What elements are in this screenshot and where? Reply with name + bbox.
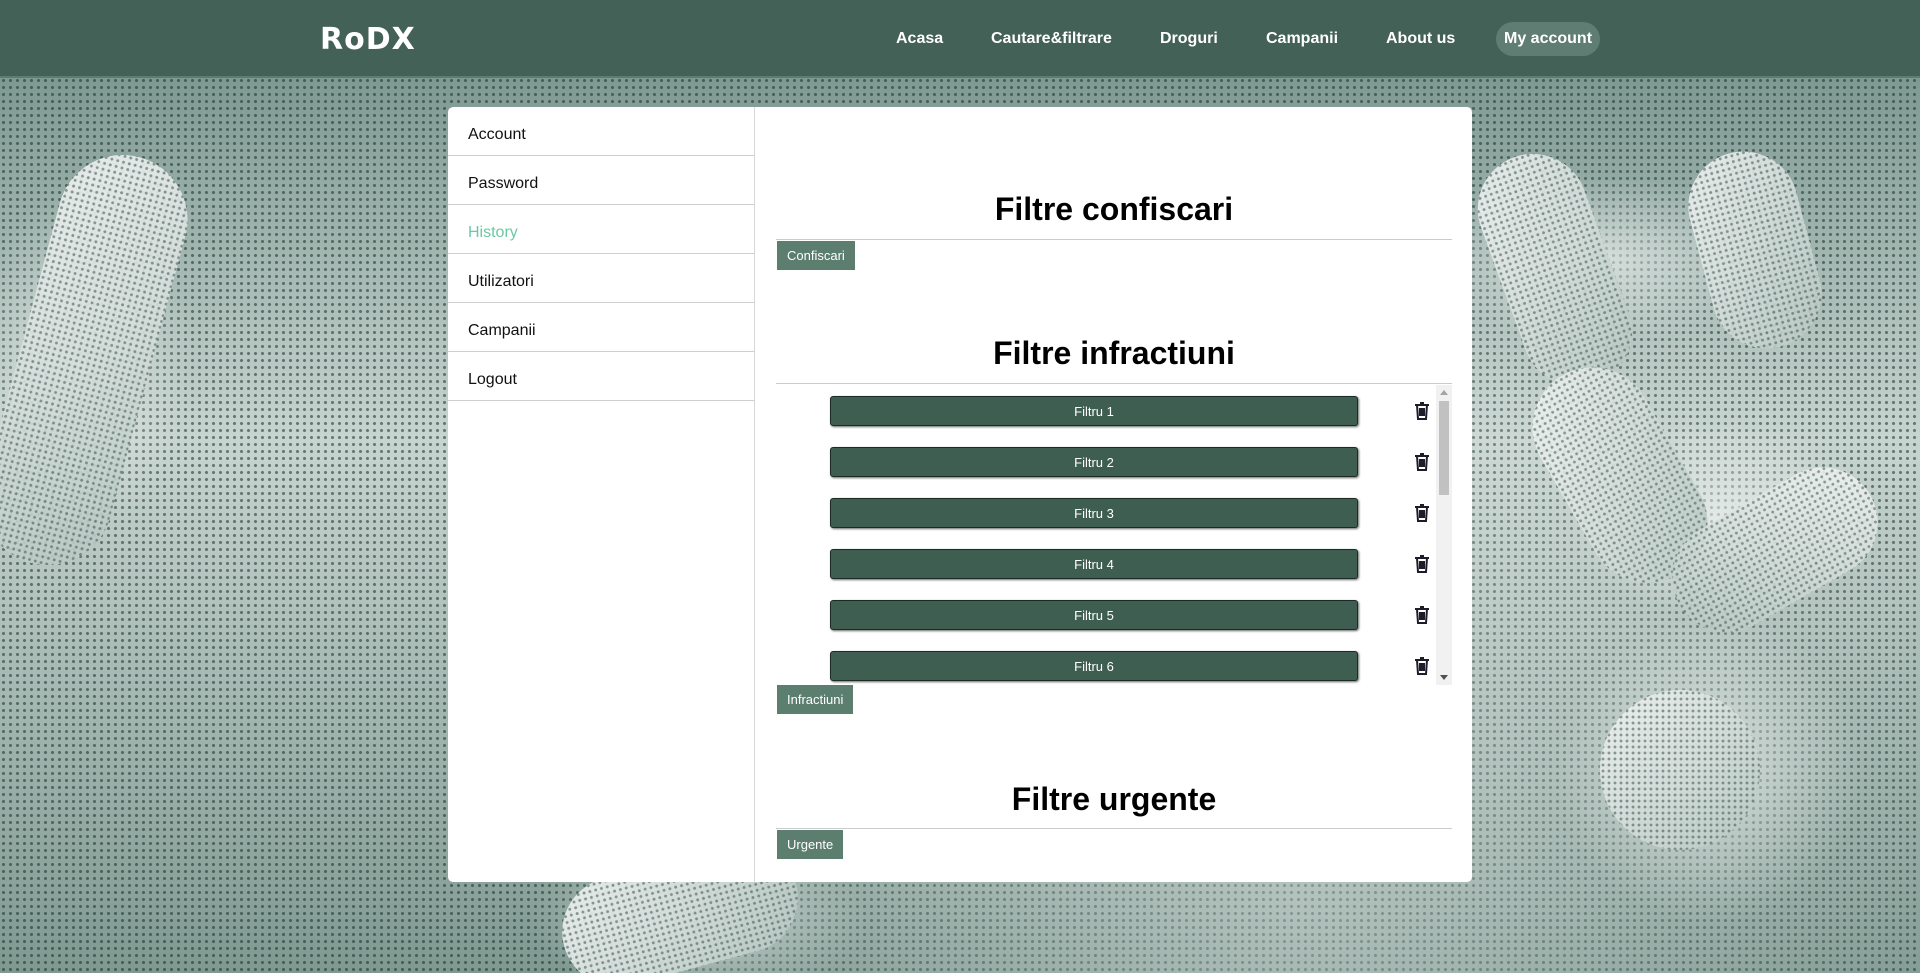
pill-shape xyxy=(1462,138,1648,402)
trash-icon[interactable] xyxy=(1412,503,1432,523)
filter-row: Filtru 1 xyxy=(776,394,1436,428)
infractiuni-button[interactable]: Infractiuni xyxy=(777,685,854,714)
nav-item-campanii[interactable]: Campanii xyxy=(1258,22,1346,56)
filter-button[interactable]: Filtru 4 xyxy=(830,549,1358,579)
nav-item-droguri[interactable]: Droguri xyxy=(1152,22,1226,56)
nav-item-my-account[interactable]: My account xyxy=(1496,22,1601,56)
nav-item-cautare-filtrare[interactable]: Cautare&filtrare xyxy=(983,22,1120,56)
scroll-thumb[interactable] xyxy=(1439,401,1449,495)
trash-icon[interactable] xyxy=(1412,401,1432,421)
account-sidebar: Account Password History Utilizatori Cam… xyxy=(448,107,755,882)
nav-item-acasa[interactable]: Acasa xyxy=(888,22,951,56)
history-content: Filtre confiscari Confiscari Filtre infr… xyxy=(756,107,1472,882)
filter-row: Filtru 3 xyxy=(776,496,1436,530)
filter-row: Filtru 2 xyxy=(776,445,1436,479)
filter-button[interactable]: Filtru 6 xyxy=(830,651,1358,681)
trash-icon[interactable] xyxy=(1412,554,1432,574)
trash-icon[interactable] xyxy=(1412,452,1432,472)
sidebar-item-history[interactable]: History xyxy=(448,205,755,254)
section-title-confiscari: Filtre confiscari xyxy=(994,191,1234,227)
pill-shape xyxy=(1675,139,1835,361)
section-title-urgente: Filtre urgente xyxy=(1011,781,1217,817)
filter-row: Filtru 4 xyxy=(776,547,1436,581)
sidebar-item-account[interactable]: Account xyxy=(448,107,755,156)
trash-icon[interactable] xyxy=(1412,605,1432,625)
filter-button[interactable]: Filtru 3 xyxy=(830,498,1358,528)
divider xyxy=(776,383,1452,384)
confiscari-button[interactable]: Confiscari xyxy=(777,241,855,270)
divider xyxy=(776,828,1452,829)
top-navbar: RoDX Acasa Cautare&filtrare Droguri Camp… xyxy=(0,0,1920,78)
pill-shape xyxy=(1600,690,1760,850)
filter-button[interactable]: Filtru 2 xyxy=(830,447,1358,477)
urgente-button[interactable]: Urgente xyxy=(777,830,844,859)
account-panel: Account Password History Utilizatori Cam… xyxy=(448,107,1472,882)
filter-row: Filtru 5 xyxy=(776,598,1436,632)
filter-button[interactable]: Filtru 1 xyxy=(830,396,1358,426)
sidebar-item-utilizatori[interactable]: Utilizatori xyxy=(448,254,755,303)
sidebar-item-password[interactable]: Password xyxy=(448,156,755,205)
main-nav: Acasa Cautare&filtrare Droguri Campanii … xyxy=(0,22,1920,56)
pill-shape xyxy=(0,140,203,580)
nav-item-about-us[interactable]: About us xyxy=(1378,22,1463,56)
sidebar-item-campanii[interactable]: Campanii xyxy=(448,303,755,352)
sidebar-item-logout[interactable]: Logout xyxy=(448,352,755,401)
scrollbar[interactable] xyxy=(1436,385,1452,685)
divider xyxy=(776,239,1452,240)
scroll-up-arrow-icon[interactable] xyxy=(1440,390,1448,395)
filter-list[interactable]: Filtru 1 Filtru 2 Filtru 3 Filtru 4 Filt… xyxy=(776,385,1452,685)
section-title-infractiuni: Filtre infractiuni xyxy=(993,335,1235,371)
filter-row: Filtru 6 xyxy=(776,649,1436,683)
filter-button[interactable]: Filtru 5 xyxy=(830,600,1358,630)
scroll-down-arrow-icon[interactable] xyxy=(1440,675,1448,680)
trash-icon[interactable] xyxy=(1412,656,1432,676)
